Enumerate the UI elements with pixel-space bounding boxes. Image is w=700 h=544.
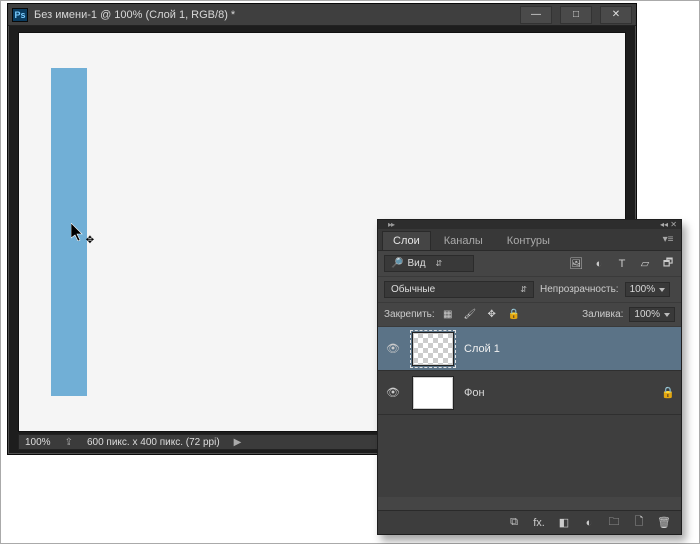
panel-menu-button[interactable]: ▾≡: [659, 234, 677, 245]
fill-field[interactable]: 100%: [629, 307, 675, 322]
filter-type-label: Вид: [407, 258, 425, 269]
share-icon[interactable]: ⇪: [65, 437, 73, 448]
document-titlebar: Ps Без имени-1 @ 100% (Слой 1, RGB/8) * …: [8, 4, 636, 26]
layers-panel: ▸▸ ◂◂ ✕ Слои Каналы Контуры ▾≡ 🔎 Вид ⇵ 🖼…: [377, 219, 682, 535]
layer-name[interactable]: Фон: [464, 387, 485, 399]
new-layer-icon[interactable]: 🗋: [632, 516, 646, 530]
layer-thumbnail[interactable]: [412, 376, 454, 410]
blend-row: Обычные ⇵ Непрозрачность: 100%: [378, 277, 681, 303]
link-layers-icon[interactable]: ⧉: [507, 516, 521, 530]
adjustment-layer-icon[interactable]: ◐: [582, 516, 596, 530]
dropdown-arrows-icon: ⇵: [520, 285, 527, 294]
layer-name[interactable]: Слой 1: [464, 343, 500, 355]
lock-all-icon[interactable]: 🔒: [507, 308, 521, 322]
lock-label: Закрепить:: [384, 309, 435, 320]
layer-fx-icon[interactable]: fx.: [532, 516, 546, 530]
add-mask-icon[interactable]: ◧: [557, 516, 571, 530]
search-icon: 🔎: [391, 258, 403, 269]
fill-value: 100%: [634, 309, 660, 320]
filter-adjust-icon[interactable]: ◐: [592, 257, 606, 271]
fill-label: Заливка:: [582, 309, 623, 320]
collapse-arrows-icon[interactable]: ▸▸: [388, 220, 394, 229]
panel-close-icon[interactable]: ◂◂ ✕: [660, 220, 677, 229]
blend-mode-dropdown[interactable]: Обычные ⇵: [384, 281, 534, 298]
filter-shape-icon[interactable]: ▱: [638, 257, 652, 271]
close-button[interactable]: ✕: [600, 6, 632, 24]
delete-layer-icon[interactable]: 🗑: [657, 516, 671, 530]
zoom-level[interactable]: 100%: [25, 437, 51, 448]
opacity-field[interactable]: 100%: [625, 282, 671, 297]
panel-tabs: Слои Каналы Контуры ▾≡: [378, 229, 681, 251]
dropdown-arrows-icon: ⇵: [436, 259, 443, 268]
document-title: Без имени-1 @ 100% (Слой 1, RGB/8) *: [34, 9, 235, 21]
filter-type-icon[interactable]: T: [615, 257, 629, 271]
panel-footer: ⧉ fx. ◧ ◐ 🗀 🗋 🗑: [378, 510, 681, 534]
shape-rectangle[interactable]: [51, 68, 87, 396]
chevron-down-icon: [659, 288, 665, 292]
layer-list-empty-area[interactable]: [378, 415, 681, 497]
visibility-toggle[interactable]: 👁: [384, 340, 402, 358]
lock-transparency-icon[interactable]: ▦: [441, 308, 455, 322]
flyout-arrow-icon[interactable]: ▶: [234, 437, 242, 448]
visibility-toggle[interactable]: 👁: [384, 384, 402, 402]
layer-list: 👁 Слой 1 👁 Фон 🔒: [378, 327, 681, 497]
filter-row: 🔎 Вид ⇵ 🖼 ◐ T ▱ 🗗: [378, 251, 681, 277]
filter-smart-icon[interactable]: 🗗: [661, 257, 675, 271]
layer-row-1[interactable]: 👁 Слой 1: [378, 327, 681, 371]
app-logo: Ps: [12, 8, 28, 22]
opacity-value: 100%: [630, 284, 656, 295]
tab-layers[interactable]: Слои: [382, 231, 431, 250]
chevron-down-icon: [664, 313, 670, 317]
new-group-icon[interactable]: 🗀: [607, 516, 621, 530]
lock-icon: 🔒: [661, 386, 675, 399]
blend-mode-value: Обычные: [391, 284, 435, 295]
filter-pixel-icon[interactable]: 🖼: [569, 257, 583, 271]
maximize-button[interactable]: □: [560, 6, 592, 24]
layer-thumbnail[interactable]: [412, 332, 454, 366]
document-dimensions: 600 пикс. x 400 пикс. (72 ppi): [87, 437, 220, 448]
tab-paths[interactable]: Контуры: [496, 231, 561, 250]
panel-drag-bar[interactable]: ▸▸ ◂◂ ✕: [378, 220, 681, 229]
lock-row: Закрепить: ▦ 🖌 ✥ 🔒 Заливка: 100%: [378, 303, 681, 327]
lock-pixels-icon[interactable]: 🖌: [463, 308, 477, 322]
layer-row-background[interactable]: 👁 Фон 🔒: [378, 371, 681, 415]
tab-channels[interactable]: Каналы: [433, 231, 494, 250]
minimize-button[interactable]: —: [520, 6, 552, 24]
filter-type-dropdown[interactable]: 🔎 Вид ⇵: [384, 255, 474, 272]
lock-position-icon[interactable]: ✥: [485, 308, 499, 322]
opacity-label: Непрозрачность:: [540, 284, 619, 295]
